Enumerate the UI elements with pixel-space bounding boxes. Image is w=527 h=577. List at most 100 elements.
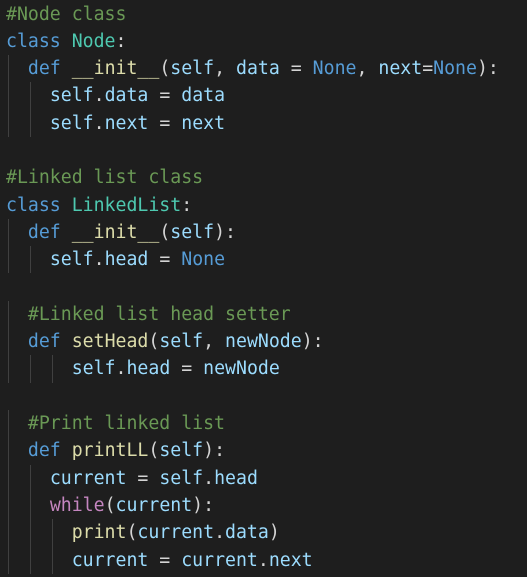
code-token: next — [268, 549, 313, 571]
code-token: printLL — [71, 440, 149, 462]
code-token: self — [170, 221, 215, 243]
code-editor[interactable]: #Node class class Node: def __init__(self… — [0, 0, 527, 577]
code-token: self — [159, 440, 204, 462]
code-token: #Print linked list — [27, 413, 226, 434]
code-token: current — [137, 522, 215, 544]
indent-guide — [8, 300, 9, 383]
code-token: . — [115, 358, 127, 380]
code-token: , — [203, 331, 226, 353]
code-line[interactable]: class LinkedList: — [6, 192, 192, 219]
code-token: . — [93, 112, 105, 134]
code-line[interactable]: #Linked list head setter — [6, 301, 291, 328]
code-token: , — [356, 58, 379, 80]
code-token: next — [378, 58, 423, 80]
indent-guide — [8, 218, 9, 274]
code-token: = — [148, 249, 182, 271]
code-token: = — [422, 58, 434, 80]
code-token: while — [49, 494, 105, 516]
code-line[interactable]: #Print linked list — [6, 410, 225, 437]
code-token: newNode — [225, 331, 302, 353]
code-token: def — [27, 221, 61, 243]
code-line[interactable]: self.data = data — [6, 82, 225, 109]
code-line[interactable]: def __init__(self, data = None, next=Non… — [6, 55, 499, 82]
code-token: = — [279, 58, 313, 80]
indent-guide — [52, 355, 53, 383]
code-token: class — [6, 30, 61, 52]
code-token: #Linked list class — [6, 167, 204, 189]
code-token: #Node class — [6, 3, 127, 25]
code-token: ): — [192, 494, 215, 516]
code-line[interactable]: #Linked list class — [6, 164, 203, 191]
code-token: ): — [301, 331, 324, 353]
code-token: print — [71, 522, 127, 544]
code-token: def — [27, 440, 61, 462]
code-line[interactable]: while(current): — [6, 492, 214, 519]
code-token: current — [71, 549, 149, 571]
code-token: = — [148, 549, 182, 571]
code-token: self — [71, 358, 116, 380]
code-token: def — [27, 331, 61, 353]
code-token: current — [181, 549, 258, 571]
code-token: head — [214, 467, 258, 489]
code-line[interactable]: #Node class — [6, 1, 126, 28]
code-token: #Linked list head setter — [27, 303, 291, 325]
code-line[interactable]: print(current.data) — [6, 519, 280, 546]
code-token: newNode — [203, 358, 280, 380]
code-token: next — [104, 112, 149, 134]
code-line[interactable]: self.head = None — [6, 246, 225, 273]
code-line[interactable]: current = self.head — [6, 465, 258, 492]
code-token: ): — [203, 440, 226, 462]
code-token: data — [236, 58, 280, 80]
code-token: LinkedList — [71, 194, 182, 216]
indent-guide — [30, 464, 31, 574]
code-token: head — [104, 249, 149, 271]
code-line[interactable]: def printLL(self): — [6, 437, 225, 464]
code-token: ) — [268, 522, 280, 544]
code-token: = — [148, 85, 182, 107]
code-token: ( — [148, 440, 160, 462]
code-token: , — [214, 58, 236, 80]
code-line[interactable]: self.next = next — [6, 110, 225, 137]
code-line[interactable]: def setHead(self, newNode): — [6, 328, 324, 355]
code-line[interactable]: def __init__(self): — [6, 219, 236, 246]
code-token: Node — [71, 30, 116, 52]
code-token: ): — [476, 58, 499, 80]
code-token: . — [257, 549, 269, 571]
code-token: def — [27, 58, 61, 80]
code-token: None — [181, 249, 226, 271]
code-token: __init__ — [71, 221, 160, 243]
code-token: next — [181, 112, 226, 134]
code-token: self — [170, 58, 215, 80]
code-token: . — [214, 522, 226, 544]
code-token: ): — [214, 221, 236, 243]
indent-guide — [8, 410, 9, 574]
code-token: self — [49, 112, 94, 134]
code-token: None — [433, 58, 477, 80]
code-token: __init__ — [71, 58, 160, 80]
code-token: None — [312, 58, 357, 80]
code-token: : — [115, 30, 127, 52]
code-token: class — [6, 194, 61, 216]
indent-guide — [52, 519, 53, 574]
indent-guide — [30, 355, 31, 383]
code-token: setHead — [71, 331, 149, 353]
code-token: self — [49, 249, 94, 271]
code-line[interactable]: self.head = newNode — [6, 355, 280, 382]
code-line[interactable]: class Node: — [6, 28, 126, 55]
